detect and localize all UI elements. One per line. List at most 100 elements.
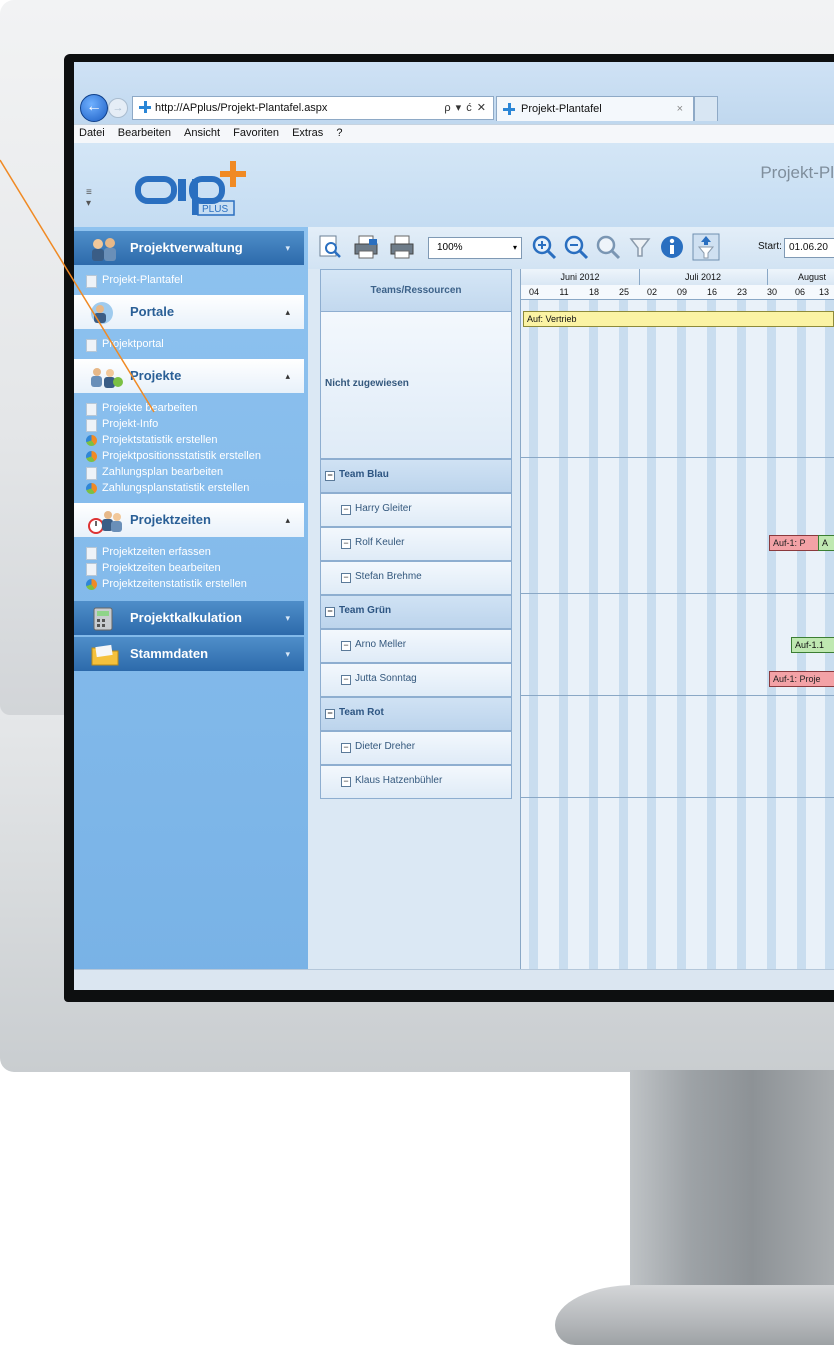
chevron-down-icon[interactable]: ▾ (285, 649, 290, 660)
page-title: Projekt-Pl (760, 163, 834, 182)
collapse-toggle-icon[interactable]: − (325, 471, 335, 481)
sidebar-item-projekt-info[interactable]: Projekt-Info (74, 417, 304, 433)
filter-active-icon[interactable] (692, 233, 720, 261)
new-tab-button[interactable] (694, 96, 718, 121)
address-bar[interactable]: http://APplus/Projekt-Plantafel.aspx ρ ▾… (132, 96, 494, 120)
task-bar[interactable]: Auf: Vertrieb (523, 311, 834, 327)
sidebar-section-portale[interactable]: Portale ▴ (74, 295, 304, 329)
task-bar[interactable]: Auf-1.1 (791, 637, 834, 653)
resource-row-unassigned[interactable]: Nicht zugewiesen (320, 311, 512, 459)
zoom-select[interactable]: 100% ▾ (428, 237, 522, 259)
sidebar-item-projekte-bearbeiten[interactable]: Projekte bearbeiten (74, 401, 304, 417)
sidebar-section-projekte[interactable]: Projekte ▴ (74, 359, 304, 393)
task-bar[interactable]: A (818, 535, 834, 551)
chevron-up-icon[interactable]: ▴ (285, 307, 290, 318)
gantt-board: Teams/Ressourcen Nicht zugewiesen − Team… (308, 269, 834, 969)
task-bar[interactable]: Auf-1: Proje (769, 671, 834, 687)
team-row-blau[interactable]: − Team Blau (320, 459, 512, 493)
timeline-chart[interactable]: Juni 2012 Juli 2012 August 04 11 18 25 0… (520, 269, 834, 969)
sidebar-item-label: Zahlungsplan bearbeiten (102, 466, 224, 478)
search-document-icon[interactable] (316, 233, 344, 261)
resource-row[interactable]: − Klaus Hatzenbühler (320, 765, 512, 799)
menu-ansicht[interactable]: Ansicht (179, 125, 225, 139)
resource-column: Teams/Ressourcen Nicht zugewiesen − Team… (320, 269, 512, 969)
collapse-toggle-icon[interactable]: − (325, 607, 335, 617)
week-stripe (677, 299, 686, 969)
collapse-toggle-icon[interactable]: − (341, 777, 351, 787)
sidebar-item-projektportal[interactable]: Projektportal (74, 337, 304, 353)
browser-tab[interactable]: Projekt-Plantafel × (496, 96, 694, 121)
row-divider (521, 457, 834, 458)
collapse-toggle-icon[interactable]: − (341, 743, 351, 753)
chevron-up-icon[interactable]: ▴ (285, 515, 290, 526)
team-row-gruen[interactable]: − Team Grün (320, 595, 512, 629)
sidebar-section-projektzeiten[interactable]: Projektzeiten ▴ (74, 503, 304, 537)
sidebar-section-stammdaten[interactable]: Stammdaten ▾ (74, 637, 304, 671)
menu-bearbeiten[interactable]: Bearbeiten (113, 125, 176, 139)
status-bar (74, 969, 834, 990)
task-bar[interactable]: Auf-1: P (769, 535, 820, 551)
resource-row[interactable]: − Jutta Sonntag (320, 663, 512, 697)
info-icon[interactable] (658, 233, 686, 261)
sidebar-item-zahlungsplanstatistik[interactable]: Zahlungsplanstatistik erstellen (74, 481, 304, 497)
portal-users-icon (91, 302, 113, 324)
collapse-toggle-icon[interactable]: − (341, 505, 351, 515)
print-icon[interactable] (388, 233, 416, 261)
zoom-out-icon[interactable] (562, 233, 590, 261)
forward-button[interactable]: → (108, 98, 128, 118)
week-stripe (619, 299, 628, 969)
back-button[interactable]: ← (80, 94, 108, 122)
week-label: 13 (818, 287, 829, 297)
week-label: 30 (766, 287, 777, 297)
document-icon (86, 419, 97, 432)
collapse-toggle-icon[interactable]: − (341, 539, 351, 549)
collapse-toggle-icon[interactable]: − (341, 641, 351, 651)
menu-datei[interactable]: Datei (74, 125, 110, 139)
week-label: 04 (528, 287, 539, 297)
resource-label: Team Blau (339, 469, 389, 480)
week-label: 25 (618, 287, 629, 297)
browser-chrome: ← → http://APplus/Projekt-Plantafel.aspx… (74, 62, 834, 128)
resource-row[interactable]: − Arno Meller (320, 629, 512, 663)
chevron-down-icon[interactable]: ▾ (285, 613, 290, 624)
sidebar-item-zahlungsplan-bearbeiten[interactable]: Zahlungsplan bearbeiten (74, 465, 304, 481)
collapse-toggle-icon[interactable]: − (341, 675, 351, 685)
resource-row[interactable]: − Rolf Keuler (320, 527, 512, 561)
sidebar-section-projektkalkulation[interactable]: Projektkalkulation ▾ (74, 601, 304, 635)
sidebar-item-projektzeiten-erfassen[interactable]: Projektzeiten erfassen (74, 545, 304, 561)
zoom-reset-icon[interactable] (594, 233, 622, 261)
address-url: http://APplus/Projekt-Plantafel.aspx (155, 102, 328, 114)
menu-favoriten[interactable]: Favoriten (228, 125, 284, 139)
pie-chart-icon (86, 483, 97, 494)
collapse-toggle-icon[interactable]: − (325, 709, 335, 719)
week-label: 11 (559, 287, 569, 297)
menu-toggle-icon[interactable]: ≡ ▾ (86, 187, 98, 209)
month-label: August (797, 272, 827, 282)
menu-help[interactable]: ? (331, 125, 347, 139)
resource-row[interactable]: − Dieter Dreher (320, 731, 512, 765)
sidebar-item-projektpositionsstatistik[interactable]: Projektpositionsstatistik erstellen (74, 449, 304, 465)
sidebar-item-projektzeitenstatistik[interactable]: Projektzeitenstatistik erstellen (74, 577, 304, 593)
tab-close-icon[interactable]: × (677, 97, 683, 121)
resource-row[interactable]: − Stefan Brehme (320, 561, 512, 595)
filter-icon[interactable] (626, 233, 654, 261)
sidebar-item-projektzeiten-bearbeiten[interactable]: Projektzeiten bearbeiten (74, 561, 304, 577)
sidebar-item-projektstatistik[interactable]: Projektstatistik erstellen (74, 433, 304, 449)
week-stripe (647, 299, 656, 969)
team-row-rot[interactable]: − Team Rot (320, 697, 512, 731)
menu-extras[interactable]: Extras (287, 125, 328, 139)
sidebar-section-projektverwaltung[interactable]: Projektverwaltung ▾ (74, 231, 304, 265)
chevron-up-icon[interactable]: ▴ (285, 371, 290, 382)
address-controls[interactable]: ρ ▾ ć ✕ (444, 97, 487, 119)
chevron-down-icon[interactable]: ▾ (513, 238, 517, 258)
document-icon (86, 275, 97, 288)
start-date-input[interactable]: 01.06.20 (784, 238, 834, 258)
resource-label: Rolf Keuler (355, 537, 405, 548)
sidebar-item-projekt-plantafel[interactable]: Projekt-Plantafel (74, 273, 304, 289)
zoom-value: 100% (437, 242, 463, 253)
chevron-down-icon[interactable]: ▾ (285, 243, 290, 254)
print-preview-icon[interactable] (352, 233, 380, 261)
resource-row[interactable]: − Harry Gleiter (320, 493, 512, 527)
collapse-toggle-icon[interactable]: − (341, 573, 351, 583)
zoom-in-icon[interactable] (530, 233, 558, 261)
